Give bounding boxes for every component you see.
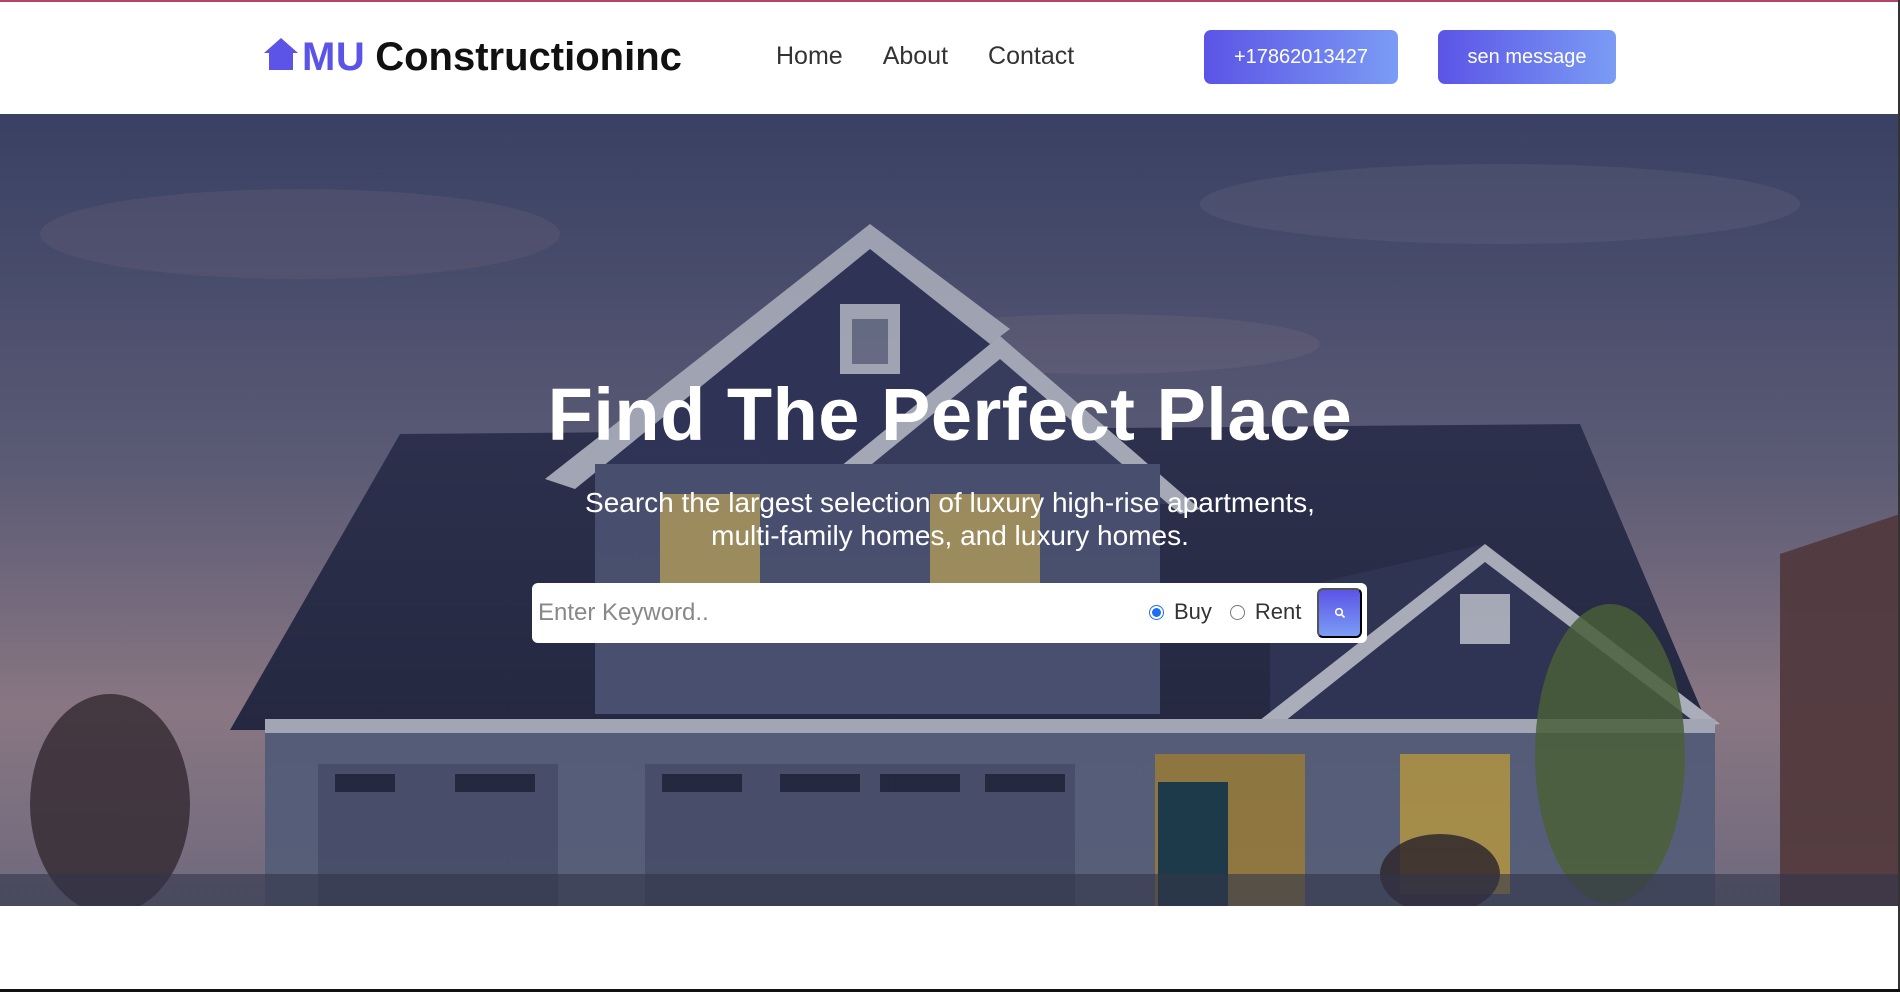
phone-button[interactable]: +17862013427 [1204,30,1398,84]
hero-subtitle: Search the largest selection of luxury h… [500,486,1400,552]
rent-option[interactable]: Rent [1229,599,1302,625]
buy-radio[interactable] [1149,604,1164,620]
buy-option[interactable]: Buy [1149,599,1212,625]
nav-home-link[interactable]: Home [776,42,843,71]
brand-accent-text: MU [302,34,366,79]
rent-label: Rent [1254,599,1302,624]
nav-contact-link[interactable]: Contact [988,42,1074,71]
listing-type-radio-group: Buy Rent [1149,599,1319,625]
hero-section: Find The Perfect Place Search the larges… [0,114,1900,906]
hero-subtitle-line1: Search the largest selection of luxury h… [585,487,1315,518]
brand-name: Constructioninc [375,34,682,79]
hero-subtitle-line2: multi-family homes, and luxury homes. [711,520,1189,551]
rent-radio[interactable] [1229,604,1245,620]
keyword-search-input[interactable] [538,589,1138,637]
search-bar: Buy Rent [532,583,1367,643]
site-header: MU Constructioninc Home About Contact +1… [0,2,1900,114]
main-nav: Home About Contact [776,42,1074,71]
hero-title: Find The Perfect Place [547,373,1353,456]
search-icon [1334,607,1345,619]
nav-about-link[interactable]: About [883,42,948,71]
home-icon [264,38,298,70]
send-message-button[interactable]: sen message [1438,30,1616,84]
brand-logo[interactable]: MU Constructioninc [262,32,682,82]
search-button[interactable] [1317,588,1362,638]
buy-label: Buy [1174,599,1212,624]
